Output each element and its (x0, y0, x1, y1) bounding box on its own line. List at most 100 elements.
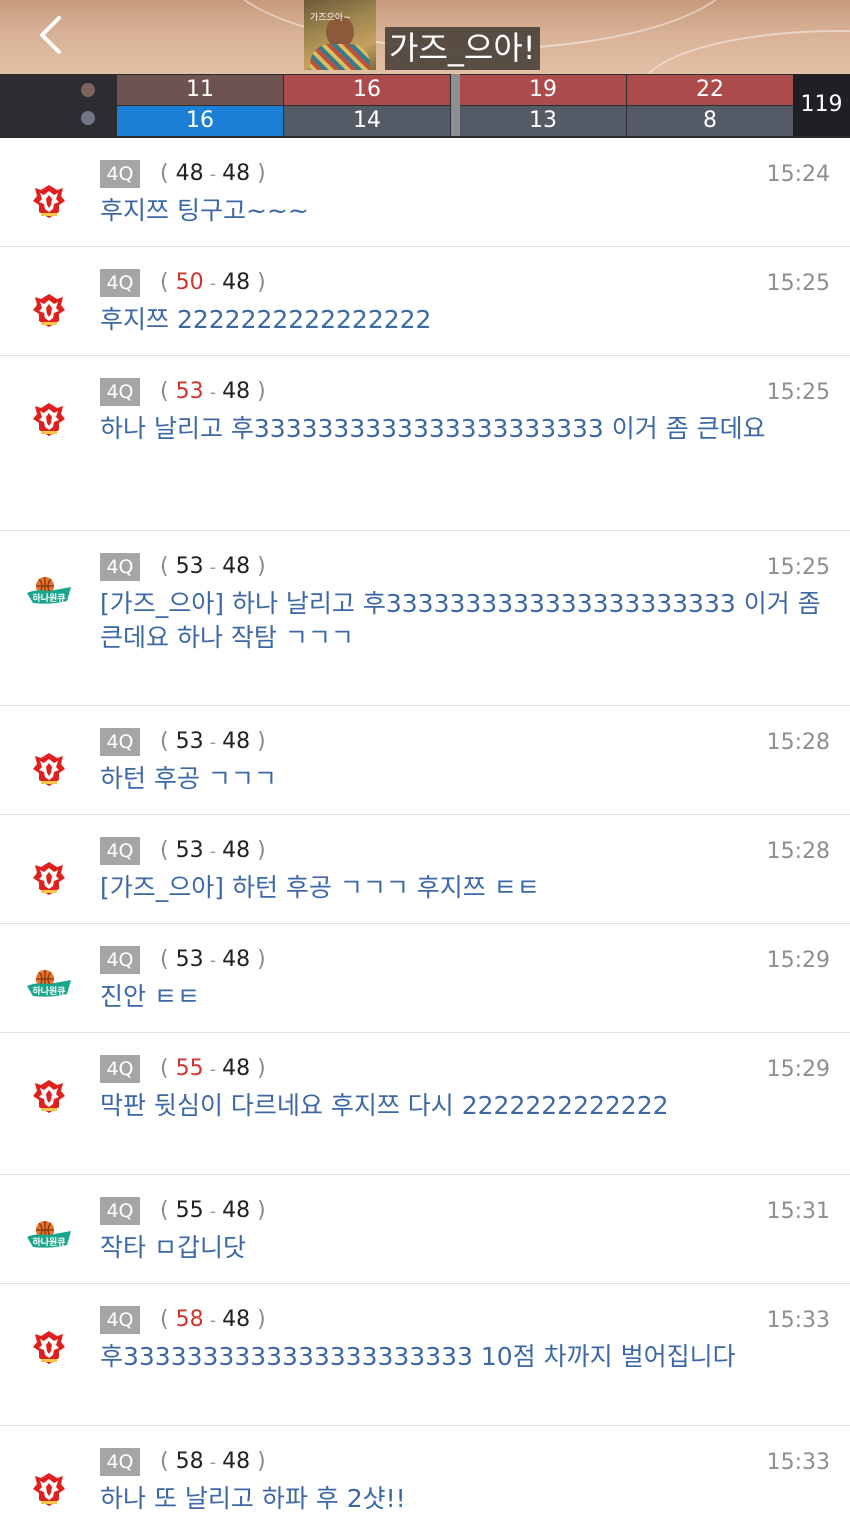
back-button[interactable] (30, 12, 70, 58)
q2-home-score: 16 (284, 75, 450, 105)
message-time: 15:28 (766, 839, 830, 864)
avatar-caption: 가즈으아~ (310, 13, 351, 23)
home-score: 48 (175, 161, 204, 186)
chat-message: 하나원큐 4Q ( 53-48 ) 15:29 진안 ㅌㅌ (0, 924, 850, 1033)
hana-1q-team-icon: 하나원큐 (24, 1213, 74, 1259)
half-separator (451, 74, 460, 136)
away-score: 48 (222, 1449, 251, 1474)
chat-message: 하나원큐 4Q ( 55-48 ) 15:31 작타 ㅁ갑니닷 (0, 1175, 850, 1284)
q1-home-score: 11 (117, 75, 283, 105)
quarter-badge: 4Q (100, 269, 140, 297)
q1-away-score: 16 (117, 106, 283, 136)
red-phoenix-team-icon (24, 746, 74, 792)
message-text: [가즈_으아] 하턴 후공 ㄱㄱㄱ 후지쯔 ㅌㅌ (100, 873, 540, 902)
game-score: ( 55-48 ) (160, 1198, 266, 1223)
chat-message: 4Q ( 50-48 ) 15:25 후지쯔 2222222222222222 (0, 247, 850, 356)
q3-home-score: 19 (460, 75, 626, 105)
chat-message: 4Q ( 48-48 ) 15:24 후지쯔 팅구고~~~ (0, 138, 850, 247)
message-text: 작타 ㅁ갑니닷 (100, 1233, 246, 1262)
message-time: 15:29 (766, 1057, 830, 1082)
game-score: ( 55-48 ) (160, 1056, 266, 1081)
page-title: 가즈_으아! (385, 27, 540, 70)
svg-text:하나원큐: 하나원큐 (32, 592, 65, 604)
quarter-badge: 4Q (100, 553, 140, 581)
svg-text:하나원큐: 하나원큐 (32, 1236, 65, 1248)
home-score: 53 (175, 838, 204, 863)
message-time: 15:25 (766, 271, 830, 296)
chat-message: 4Q ( 55-48 ) 15:29 막판 뒷심이 다르네요 후지쯔 다시 22… (0, 1033, 850, 1175)
quarter-badge: 4Q (100, 1197, 140, 1225)
game-score: ( 58-48 ) (160, 1449, 266, 1474)
total-score: 119 (793, 74, 850, 136)
message-text: 막판 뒷심이 다르네요 후지쯔 다시 2222222222222 (100, 1091, 669, 1120)
home-score: 58 (175, 1449, 204, 1474)
quarter-badge: 4Q (100, 1055, 140, 1083)
away-score: 48 (222, 554, 251, 579)
quarter-badge: 4Q (100, 728, 140, 756)
home-score: 50 (175, 270, 204, 295)
red-phoenix-team-icon (24, 1466, 74, 1512)
q4-home-score: 22 (627, 75, 793, 105)
message-text: [가즈_으아] 하나 날리고 후3333333333333333333333 이… (100, 589, 821, 652)
chat-message: 하나원큐 4Q ( 53-48 ) 15:25 [가즈_으아] 하나 날리고 후… (0, 531, 850, 706)
away-score: 48 (222, 1307, 251, 1332)
home-score: 55 (175, 1198, 204, 1223)
quarter-2-column: 16 14 (284, 74, 450, 138)
message-text: 하나 날리고 후3333333333333333333333 이거 좀 큰데요 (100, 414, 766, 443)
quarter-badge: 4Q (100, 1306, 140, 1334)
game-score: ( 48-48 ) (160, 161, 266, 186)
red-phoenix-team-icon (24, 178, 74, 224)
hana-1q-team-icon: 하나원큐 (24, 569, 74, 615)
game-score: ( 53-48 ) (160, 947, 266, 972)
svg-text:하나원큐: 하나원큐 (32, 985, 65, 997)
message-text: 후3333333333333333333333 10점 차까지 벌어집니다 (100, 1342, 736, 1371)
chevron-left-icon (40, 16, 61, 54)
message-text: 후지쯔 팅구고~~~ (100, 196, 309, 225)
red-phoenix-team-icon (24, 1073, 74, 1119)
away-team-dot (81, 111, 95, 125)
away-score: 48 (222, 161, 251, 186)
home-team-dot (81, 83, 95, 97)
user-avatar[interactable]: 가즈으아~ (304, 0, 376, 70)
game-header: 가즈으아~ 가즈_으아! (0, 0, 850, 74)
message-time: 15:33 (766, 1450, 830, 1475)
hana-1q-team-icon: 하나원큐 (24, 962, 74, 1008)
home-score: 58 (175, 1307, 204, 1332)
game-score: ( 53-48 ) (160, 379, 266, 404)
chat-message: 4Q ( 58-48 ) 15:33 하나 또 날리고 하파 후 2샷!! (0, 1426, 850, 1528)
chat-message: 4Q ( 53-48 ) 15:28 [가즈_으아] 하턴 후공 ㄱㄱㄱ 후지쯔… (0, 815, 850, 924)
quarter-3-column: 19 13 (460, 74, 626, 138)
quarter-badge: 4Q (100, 946, 140, 974)
quarter-badge: 4Q (100, 1448, 140, 1476)
q3-away-score: 13 (460, 106, 626, 136)
avatar-shirt (310, 44, 370, 70)
game-score: ( 50-48 ) (160, 270, 266, 295)
scoreboard: 11 16 16 14 19 13 22 8 119 (0, 74, 850, 138)
quarter-4-column: 22 8 (627, 74, 793, 138)
red-phoenix-team-icon (24, 287, 74, 333)
red-phoenix-team-icon (24, 396, 74, 442)
q2-away-score: 14 (284, 106, 450, 136)
message-text: 후지쯔 2222222222222222 (100, 305, 432, 334)
quarter-badge: 4Q (100, 837, 140, 865)
home-score: 53 (175, 554, 204, 579)
q4-away-score: 8 (627, 106, 793, 136)
away-score: 48 (222, 1056, 251, 1081)
game-score: ( 53-48 ) (160, 729, 266, 754)
red-phoenix-team-icon (24, 855, 74, 901)
game-score: ( 53-48 ) (160, 838, 266, 863)
away-score: 48 (222, 838, 251, 863)
away-score: 48 (222, 1198, 251, 1223)
home-score: 53 (175, 947, 204, 972)
away-score: 48 (222, 270, 251, 295)
message-text: 진안 ㅌㅌ (100, 982, 200, 1011)
chat-message: 4Q ( 58-48 ) 15:33 후33333333333333333333… (0, 1284, 850, 1426)
home-score: 53 (175, 379, 204, 404)
message-time: 15:25 (766, 380, 830, 405)
message-time: 15:31 (766, 1199, 830, 1224)
message-text: 하나 또 날리고 하파 후 2샷!! (100, 1484, 406, 1513)
game-score: ( 53-48 ) (160, 554, 266, 579)
message-time: 15:33 (766, 1308, 830, 1333)
message-text: 하턴 후공 ㄱㄱㄱ (100, 764, 277, 793)
message-time: 15:25 (766, 555, 830, 580)
